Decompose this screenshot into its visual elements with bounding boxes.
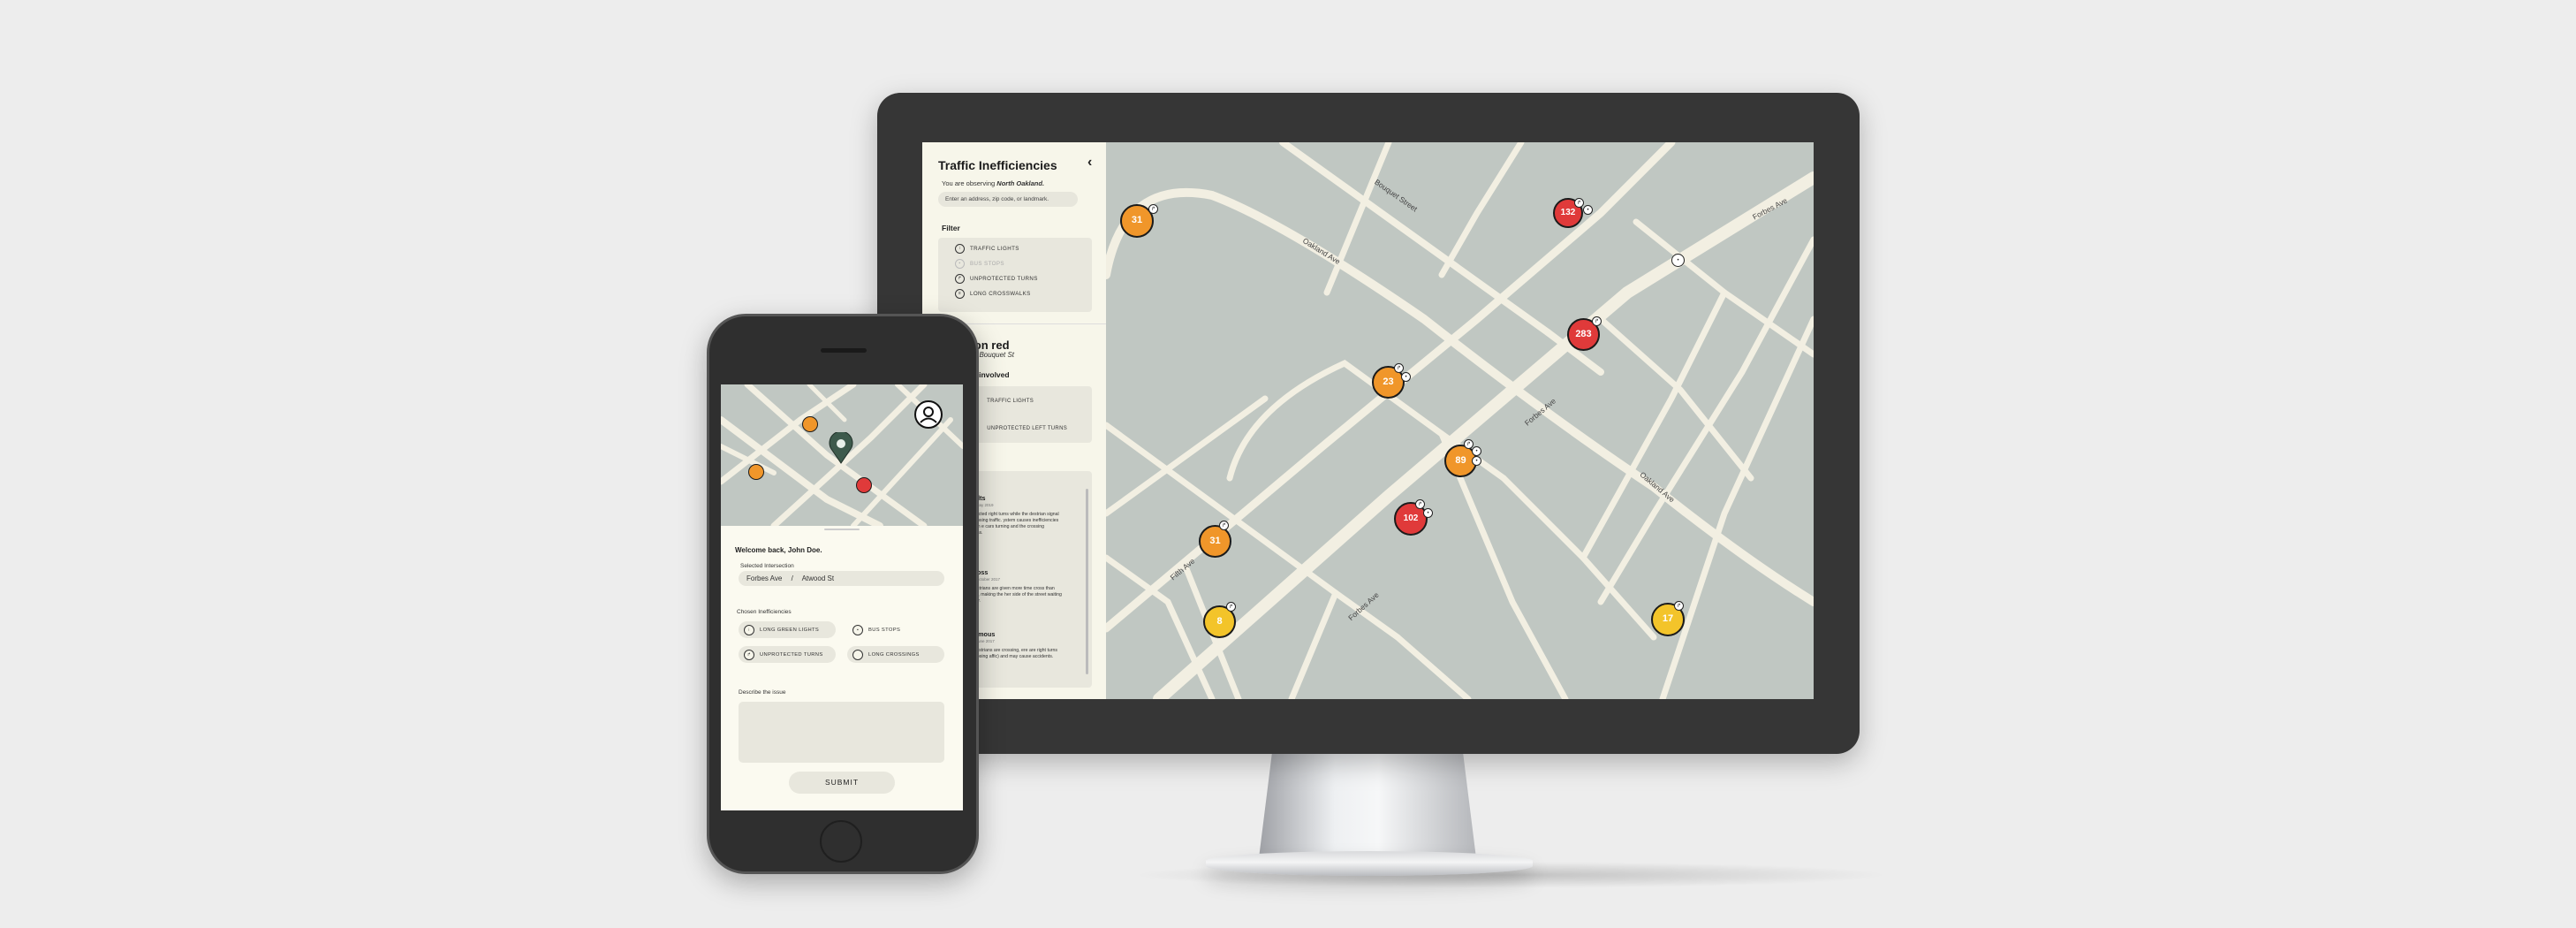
selected-location-pin-icon[interactable] — [829, 432, 853, 464]
describe-issue-label: Describe the issue — [739, 689, 786, 696]
filter-label: Filter — [942, 224, 960, 232]
crosswalk-icon: • — [1423, 508, 1433, 518]
map-marker[interactable] — [802, 416, 818, 432]
turn-icon: ↱ — [744, 649, 754, 660]
person-icon — [920, 407, 937, 423]
turn-icon: ↱ — [955, 274, 965, 284]
location-search-input[interactable]: Enter an address, zip code, or landmark. — [938, 192, 1078, 207]
inefficiency-row: 4 UNPROTECTED LEFT TURNS — [974, 422, 1067, 431]
chip-bus-stops[interactable]: ▪ BUS STOPS — [847, 621, 944, 638]
filter-long-crosswalks[interactable]: ≡ LONG CROSSWALKS — [955, 289, 1031, 299]
turn-icon: ↱ — [1592, 316, 1602, 326]
desktop-monitor: Bouquet Street Oakland Ave Forbes Ave Fo… — [877, 93, 1860, 754]
turn-icon: ↱ — [1219, 521, 1229, 530]
street-a: Forbes Ave — [746, 574, 783, 582]
traffic-light-icon: ⁝ — [955, 244, 965, 254]
chip-label: LONG CROSSINGS — [868, 651, 920, 658]
traffic-light-icon: ⁝ — [744, 624, 754, 635]
welcome-text: Welcome back, John Doe. — [735, 546, 822, 554]
home-button[interactable] — [820, 820, 862, 863]
filter-label-text: LONG CROSSWALKS — [970, 291, 1031, 297]
filter-unprotected-turns[interactable]: ↱ UNPROTECTED TURNS — [955, 274, 1038, 284]
map-marker[interactable]: 31 — [1199, 525, 1231, 558]
map-marker[interactable] — [856, 477, 872, 493]
street-b: Atwood St — [801, 574, 835, 582]
chip-unprotected-turns[interactable]: ↱ UNPROTECTED TURNS — [739, 646, 836, 663]
filter-bus-stops[interactable]: ▪ BUS STOPS — [955, 259, 1004, 269]
crosswalk-icon: ≡ — [955, 289, 965, 299]
filter-label-text: UNPROTECTED TURNS — [970, 276, 1038, 282]
filter-label-text: BUS STOPS — [970, 261, 1004, 267]
user-avatar-icon[interactable] — [914, 400, 943, 429]
turn-icon: ↱ — [1674, 601, 1684, 611]
desktop-screen: Bouquet Street Oakland Ave Forbes Ave Fo… — [922, 142, 1814, 699]
chip-long-crossings[interactable]: LONG CROSSINGS — [847, 646, 944, 663]
map-marker[interactable] — [748, 464, 764, 480]
filter-traffic-lights[interactable]: ⁝ TRAFFIC LIGHTS — [955, 244, 1019, 254]
comments-scrollbar[interactable] — [1086, 489, 1088, 674]
observing-prefix: You are observing — [942, 179, 996, 187]
mobile-map[interactable] — [721, 384, 963, 526]
chip-label: UNPROTECTED TURNS — [760, 651, 823, 658]
bus-icon: ▪ — [955, 259, 965, 269]
describe-issue-textarea[interactable] — [739, 702, 944, 763]
traffic-light-icon: • — [1583, 205, 1593, 215]
collapse-chevron-icon[interactable]: ‹ — [1087, 155, 1092, 171]
app-title: Traffic Inefficiencies — [938, 158, 1057, 172]
turn-icon: ↱ — [1394, 363, 1404, 373]
turn-icon: ↱ — [1415, 499, 1425, 509]
inefficiency-label: TRAFFIC LIGHTS — [987, 399, 1034, 404]
chip-long-green-lights[interactable]: ⁝ LONG GREEN LIGHTS — [739, 621, 836, 638]
mobile-screen: Welcome back, John Doe. Selected Interse… — [721, 384, 963, 810]
filter-list: ⁝ TRAFFIC LIGHTS ▪ BUS STOPS ↱ UNPROTECT… — [938, 238, 1092, 312]
submit-button[interactable]: SUBMIT — [789, 772, 895, 794]
filter-label-text: TRAFFIC LIGHTS — [970, 246, 1019, 252]
bus-icon: • — [1472, 446, 1481, 456]
selected-intersection-label: Selected Intersection — [740, 563, 794, 569]
chip-label: LONG GREEN LIGHTS — [760, 627, 820, 633]
chip-label: BUS STOPS — [868, 627, 901, 633]
crosswalk-icon: • — [1401, 372, 1411, 382]
inefficiency-row: 2 TRAFFIC LIGHTS — [974, 395, 1034, 404]
desktop-map[interactable]: Bouquet Street Oakland Ave Forbes Ave Fo… — [1102, 142, 1814, 699]
street-separator: / — [791, 574, 793, 582]
traffic-light-icon[interactable]: • — [1671, 254, 1685, 267]
mobile-phone: Welcome back, John Doe. Selected Interse… — [707, 314, 979, 874]
incident-location: / Bouquet St — [975, 351, 1015, 359]
traffic-light-icon: • — [1472, 456, 1481, 466]
observing-text: You are observing North Oakland. — [942, 179, 1044, 187]
inefficiency-label: UNPROTECTED LEFT TURNS — [987, 426, 1068, 431]
bus-icon: ▪ — [852, 624, 863, 635]
turn-icon: ↱ — [1148, 204, 1158, 214]
monitor-stand — [1259, 754, 1476, 858]
monitor-base — [1206, 851, 1533, 876]
crosswalk-icon — [852, 649, 863, 660]
sheet-handle[interactable] — [824, 529, 860, 530]
turn-icon: ↱ — [1226, 602, 1236, 612]
observing-area: North Oakland. — [996, 179, 1045, 187]
turn-icon: ↱ — [1574, 198, 1584, 208]
selected-intersection-field[interactable]: Forbes Ave / Atwood St — [739, 571, 944, 586]
phone-speaker — [821, 348, 867, 353]
chosen-inefficiencies-label: Chosen Inefficiencies — [737, 609, 792, 615]
